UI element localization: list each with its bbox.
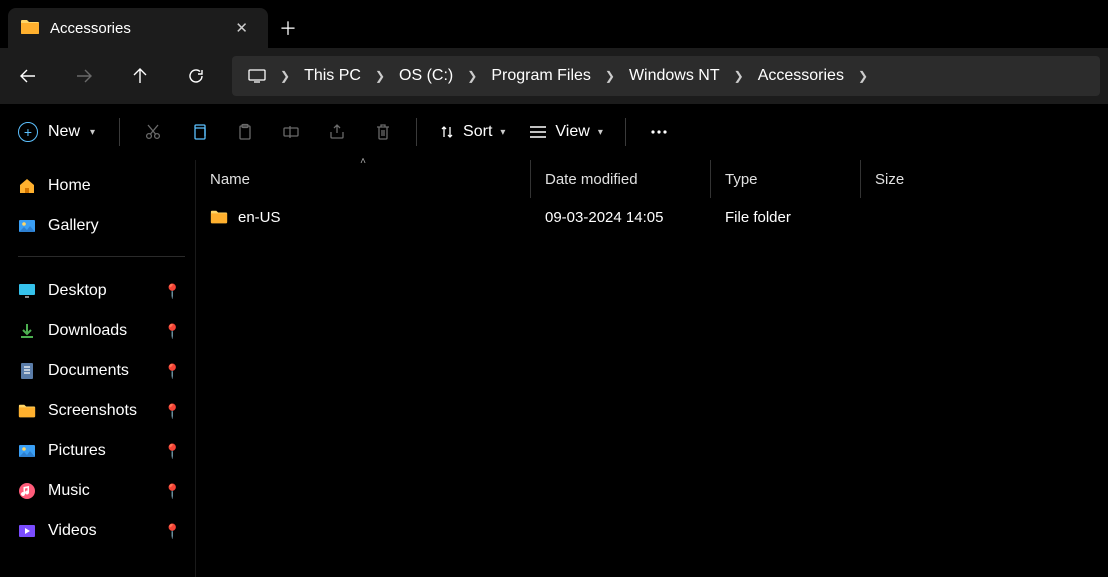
copy-button[interactable]: [176, 112, 222, 152]
forward-button[interactable]: [56, 48, 112, 104]
sidebar: Home Gallery Desktop 📍 Downloads 📍 Docum…: [0, 160, 195, 577]
sidebar-item-label: Documents: [48, 362, 129, 380]
new-label: New: [48, 123, 80, 141]
desktop-icon: [18, 282, 36, 300]
toolbar: + New ▾ Sort ▾ View ▾: [0, 104, 1108, 160]
file-date: 09-03-2024 14:05: [531, 209, 711, 226]
more-button[interactable]: [636, 112, 682, 152]
sidebar-item-label: Screenshots: [48, 402, 137, 420]
pin-icon: 📍: [164, 363, 181, 380]
chevron-right-icon[interactable]: ❯: [371, 69, 389, 83]
file-row[interactable]: en-US 09-03-2024 14:05 File folder: [196, 198, 1108, 236]
pin-icon: 📍: [164, 483, 181, 500]
folder-icon: [20, 19, 38, 37]
file-type: File folder: [711, 209, 861, 226]
sidebar-item-home[interactable]: Home: [18, 166, 185, 206]
music-icon: [18, 482, 36, 500]
separator: [625, 118, 626, 146]
new-button[interactable]: + New ▾: [8, 112, 109, 152]
new-tab-button[interactable]: ＋: [268, 8, 308, 48]
window-tab[interactable]: Accessories ✕: [8, 8, 268, 48]
view-button[interactable]: View ▾: [517, 112, 614, 152]
sidebar-item-label: Videos: [48, 522, 97, 540]
sidebar-item-label: Home: [48, 177, 91, 195]
delete-button[interactable]: [360, 112, 406, 152]
folder-icon: [210, 208, 228, 226]
sidebar-item-videos[interactable]: Videos 📍: [18, 511, 185, 551]
column-header-type[interactable]: Type: [711, 160, 861, 198]
pin-icon: 📍: [164, 403, 181, 420]
chevron-right-icon[interactable]: ❯: [730, 69, 748, 83]
sidebar-item-downloads[interactable]: Downloads 📍: [18, 311, 185, 351]
breadcrumb-root-icon[interactable]: [238, 56, 276, 96]
home-icon: [18, 177, 36, 195]
view-label: View: [555, 123, 589, 141]
pin-icon: 📍: [164, 283, 181, 300]
sidebar-item-music[interactable]: Music 📍: [18, 471, 185, 511]
column-header-date[interactable]: Date modified: [531, 160, 711, 198]
breadcrumb-accessories[interactable]: Accessories: [748, 56, 854, 96]
chevron-down-icon: ▾: [598, 127, 603, 138]
sidebar-item-documents[interactable]: Documents 📍: [18, 351, 185, 391]
breadcrumb-os-c[interactable]: OS (C:): [389, 56, 463, 96]
sidebar-item-label: Music: [48, 482, 90, 500]
sidebar-item-desktop[interactable]: Desktop 📍: [18, 271, 185, 311]
sort-icon: [439, 124, 455, 140]
sidebar-item-gallery[interactable]: Gallery: [18, 206, 185, 246]
chevron-down-icon: ▾: [90, 127, 95, 138]
sort-label: Sort: [463, 123, 492, 141]
pin-icon: 📍: [164, 323, 181, 340]
pictures-icon: [18, 442, 36, 460]
sidebar-item-label: Desktop: [48, 282, 107, 300]
chevron-right-icon[interactable]: ❯: [276, 69, 294, 83]
chevron-down-icon: ▾: [500, 127, 505, 138]
sort-button[interactable]: Sort ▾: [427, 112, 517, 152]
separator: [416, 118, 417, 146]
sidebar-item-label: Gallery: [48, 217, 99, 235]
up-button[interactable]: [112, 48, 168, 104]
column-header-row: ˄ Name Date modified Type Size: [196, 160, 1108, 198]
breadcrumb-program-files[interactable]: Program Files: [481, 56, 601, 96]
cut-button[interactable]: [130, 112, 176, 152]
pin-icon: 📍: [164, 523, 181, 540]
column-header-size[interactable]: Size: [861, 160, 961, 198]
rename-button[interactable]: [268, 112, 314, 152]
documents-icon: [18, 362, 36, 380]
title-bar: Accessories ✕ ＋: [0, 0, 1108, 48]
gallery-icon: [18, 217, 36, 235]
folder-icon: [18, 402, 36, 420]
separator: [119, 118, 120, 146]
chevron-right-icon[interactable]: ❯: [854, 69, 872, 83]
refresh-button[interactable]: [168, 48, 224, 104]
plus-circle-icon: +: [18, 122, 38, 142]
close-tab-button[interactable]: ✕: [227, 15, 256, 41]
sidebar-item-screenshots[interactable]: Screenshots 📍: [18, 391, 185, 431]
tab-title: Accessories: [50, 20, 227, 37]
sidebar-item-label: Pictures: [48, 442, 106, 460]
column-header-name[interactable]: ˄ Name: [196, 160, 531, 198]
nav-bar: ❯ This PC❯ OS (C:)❯ Program Files❯ Windo…: [0, 48, 1108, 104]
view-icon: [529, 125, 547, 139]
breadcrumb[interactable]: ❯ This PC❯ OS (C:)❯ Program Files❯ Windo…: [232, 56, 1100, 96]
sidebar-item-label: Downloads: [48, 322, 127, 340]
file-name: en-US: [238, 209, 281, 226]
breadcrumb-windows-nt[interactable]: Windows NT: [619, 56, 730, 96]
back-button[interactable]: [0, 48, 56, 104]
sort-asc-icon: ˄: [360, 156, 366, 167]
share-button[interactable]: [314, 112, 360, 152]
paste-button[interactable]: [222, 112, 268, 152]
pin-icon: 📍: [164, 443, 181, 460]
chevron-right-icon[interactable]: ❯: [463, 69, 481, 83]
videos-icon: [18, 522, 36, 540]
sidebar-item-pictures[interactable]: Pictures 📍: [18, 431, 185, 471]
content-area: Home Gallery Desktop 📍 Downloads 📍 Docum…: [0, 160, 1108, 577]
sidebar-divider: [18, 256, 185, 257]
file-list: ˄ Name Date modified Type Size en-US 09-…: [195, 160, 1108, 577]
chevron-right-icon[interactable]: ❯: [601, 69, 619, 83]
downloads-icon: [18, 322, 36, 340]
breadcrumb-this-pc[interactable]: This PC: [294, 56, 371, 96]
